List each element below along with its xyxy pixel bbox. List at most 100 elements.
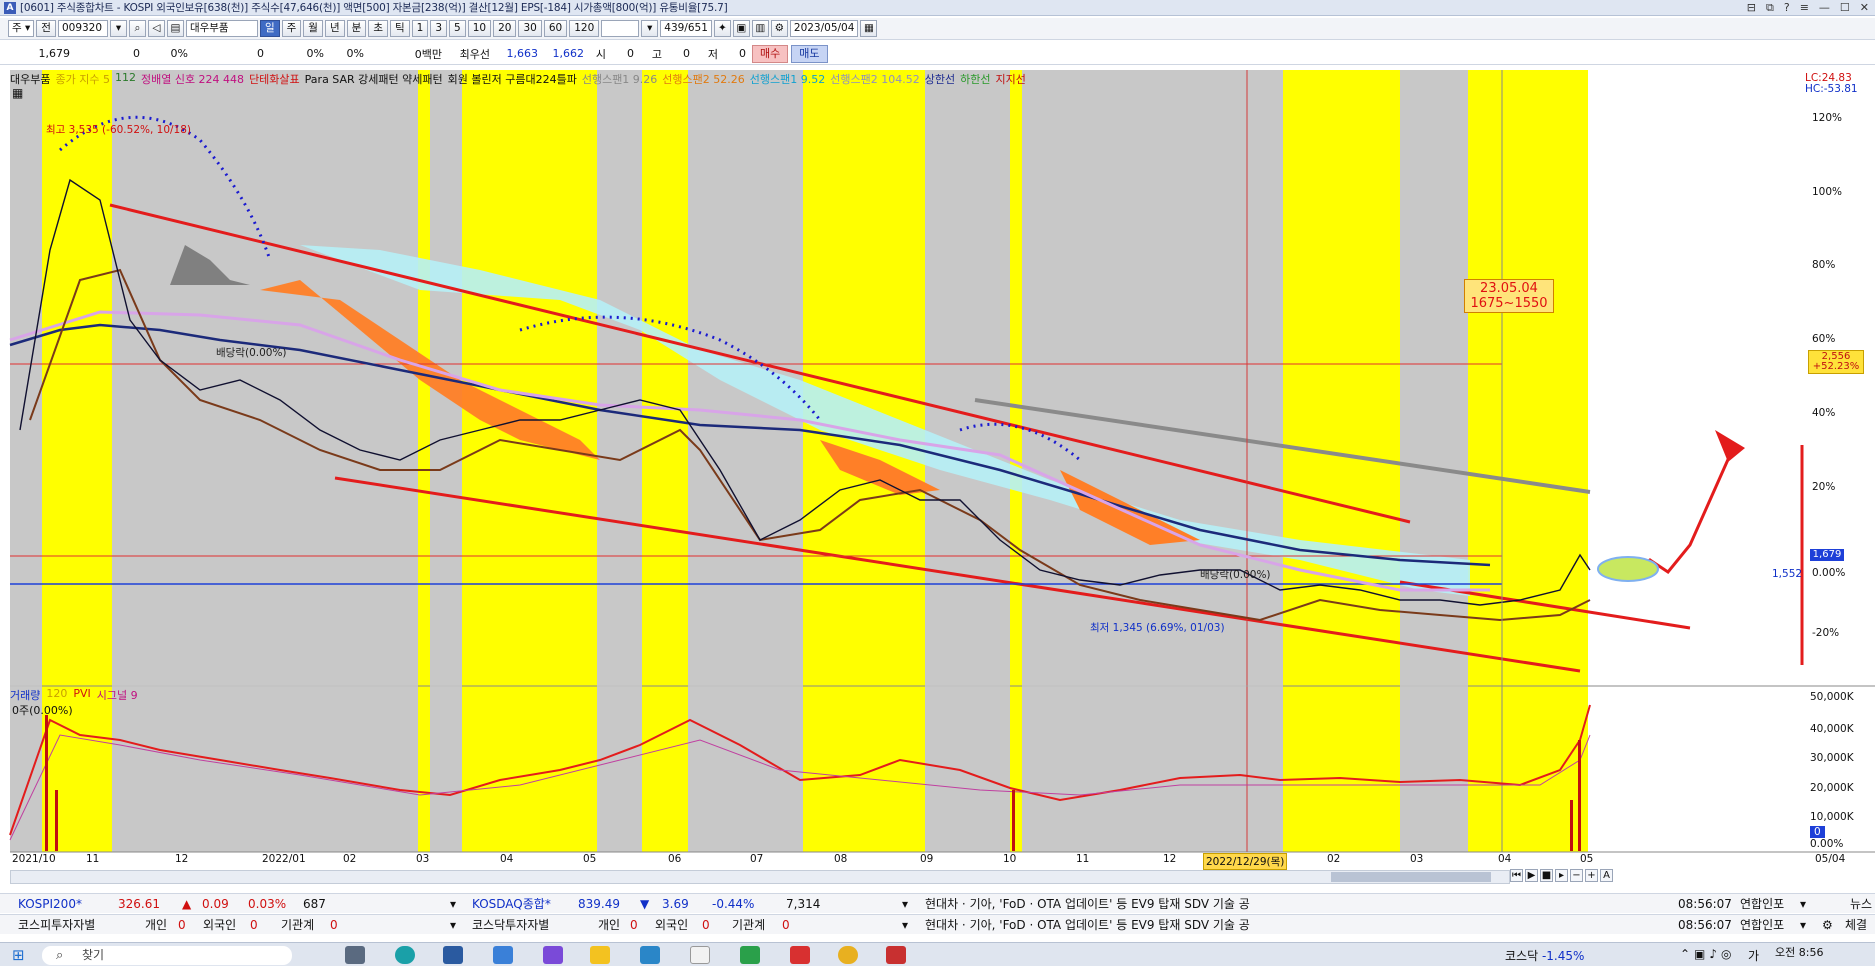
save-icon[interactable]: ▥	[751, 20, 769, 37]
interval-dropdown-icon[interactable]: ▾	[641, 20, 659, 37]
period-second[interactable]: 초	[368, 20, 388, 37]
kosdaq-name[interactable]: KOSDAQ종합*	[472, 895, 551, 912]
news-headline-2[interactable]: 현대차 · 기아, 'FoD · OTA 업데이트' 등 EV9 탑재 SDV …	[925, 916, 1250, 933]
chrome-icon[interactable]	[838, 946, 858, 964]
file-icon[interactable]	[690, 946, 710, 964]
mode-select[interactable]: 주 ▾	[8, 20, 35, 37]
legend-item[interactable]: 상한선	[925, 71, 955, 87]
nav-stop-icon[interactable]: ■	[1540, 869, 1553, 882]
chart-tools-icon[interactable]: ✦	[713, 20, 731, 37]
clock[interactable]: 오전 8:56	[1775, 944, 1823, 960]
settings-gear-icon[interactable]: ⚙	[770, 20, 788, 37]
auto-scale-icon[interactable]: A	[1600, 869, 1613, 882]
zoom-out-icon[interactable]: −	[1570, 869, 1583, 882]
legend-item[interactable]: 선행스팬2 52.26	[662, 71, 744, 87]
dropdown-icon[interactable]: ▾	[450, 918, 456, 932]
interval-1[interactable]: 1	[411, 20, 429, 37]
mail-icon[interactable]	[443, 946, 463, 964]
app-icon[interactable]	[740, 946, 760, 964]
interval-5[interactable]: 5	[449, 20, 466, 37]
dropdown-icon[interactable]: ▾	[109, 20, 127, 37]
stock-code-input[interactable]: 009320	[57, 20, 108, 37]
legend-item[interactable]: 대우부품	[10, 71, 50, 87]
kospi-investor-label[interactable]: 코스피투자자별	[18, 916, 95, 933]
legend-item[interactable]: Para SAR 강세패턴 약세패턴	[305, 71, 443, 87]
volume-legend-item[interactable]: 시그널 9	[97, 687, 138, 703]
legend-item[interactable]: 종가 지수 5	[55, 71, 109, 87]
legend-item[interactable]: 단테화살표	[249, 71, 300, 87]
edge-icon[interactable]	[395, 946, 415, 964]
prev-button[interactable]: 전	[36, 20, 56, 37]
close-icon[interactable]: ✕	[1860, 1, 1869, 15]
period-week[interactable]: 주	[281, 20, 302, 37]
stock-name-field[interactable]: 대우부품	[185, 20, 258, 37]
chart-menu-icon[interactable]: ▦	[12, 86, 23, 100]
store-icon[interactable]	[493, 946, 513, 964]
dropdown-icon[interactable]: ▾	[1800, 918, 1806, 932]
minimize-icon[interactable]: —	[1819, 1, 1830, 15]
indicator-icon[interactable]: ▣	[732, 20, 750, 37]
input-lang[interactable]: 가	[1748, 947, 1759, 964]
trading-app-icon[interactable]	[590, 946, 610, 964]
nav-play-icon[interactable]: ▶	[1525, 869, 1538, 882]
calendar-icon[interactable]: ▦	[860, 20, 878, 37]
legend-item[interactable]: 회원 볼린저 구름대224틀파	[448, 71, 577, 87]
legend-item[interactable]: 선행스팬2 104.52	[830, 71, 919, 87]
link-icon[interactable]: ⊟	[1747, 1, 1756, 15]
news-button[interactable]: 뉴스	[1850, 895, 1872, 912]
chart-scrollbar[interactable]	[10, 870, 1510, 884]
kospi200-name[interactable]: KOSPI200*	[18, 897, 82, 911]
interval-custom-input[interactable]	[601, 20, 640, 37]
volume-legend-item[interactable]: PVI	[73, 687, 90, 703]
legend-item[interactable]: 선행스팬1 9.26	[582, 71, 657, 87]
legend-item[interactable]: 하한선	[960, 71, 990, 87]
period-minute[interactable]: 분	[346, 20, 367, 37]
tray-icons[interactable]: ⌃▣♪◎	[1680, 947, 1736, 961]
scroll-thumb[interactable]	[1331, 872, 1491, 882]
stock-lookup-icon[interactable]: ▤	[166, 20, 184, 37]
dropdown-icon[interactable]: ▾	[902, 897, 908, 911]
market-indicator[interactable]: 코스닥 -1.45%	[1505, 947, 1584, 964]
dropdown-icon[interactable]: ▾	[450, 897, 456, 911]
legend-item[interactable]: 정배열 신호 224 448	[141, 71, 244, 87]
interval-120[interactable]: 120	[569, 20, 600, 37]
kosdaq-investor-label[interactable]: 코스닥투자자별	[472, 916, 549, 933]
legend-item[interactable]: 지지선	[995, 71, 1025, 87]
period-day[interactable]: 일	[259, 20, 280, 37]
trade-button[interactable]: 체결	[1845, 916, 1867, 933]
app-icon[interactable]	[640, 946, 660, 964]
legend-item[interactable]: 112	[115, 71, 136, 87]
windows-start-icon[interactable]: ⊞	[12, 946, 25, 964]
volume-legend-item[interactable]: 120	[46, 687, 67, 703]
restore-icon[interactable]: ⧉	[1766, 1, 1774, 15]
nav-first-icon[interactable]: ⏮	[1510, 869, 1523, 882]
speaker-icon[interactable]: ◁	[147, 20, 165, 37]
date-field[interactable]: 2023/05/04	[789, 20, 859, 37]
gear-icon[interactable]: ⚙	[1822, 918, 1833, 932]
interval-20[interactable]: 20	[493, 20, 517, 37]
buy-button[interactable]: 매수	[752, 44, 789, 63]
zoom-in-icon[interactable]: +	[1585, 869, 1598, 882]
nav-next-icon[interactable]: ▸	[1555, 869, 1568, 882]
app-icon[interactable]	[543, 946, 563, 964]
taskbar-search[interactable]: ⌕ 찾기	[42, 946, 292, 965]
settings-icon[interactable]: ≡	[1800, 1, 1809, 15]
period-year[interactable]: 년	[324, 20, 345, 37]
interval-10[interactable]: 10	[467, 20, 492, 37]
sell-button[interactable]: 매도	[791, 44, 828, 63]
interval-60[interactable]: 60	[543, 20, 568, 37]
help-icon[interactable]: ?	[1784, 1, 1790, 15]
news-headline[interactable]: 현대차 · 기아, 'FoD · OTA 업데이트' 등 EV9 탑재 SDV …	[925, 895, 1250, 912]
period-month[interactable]: 월	[303, 20, 323, 37]
interval-30[interactable]: 30	[518, 20, 542, 37]
maximize-icon[interactable]: ☐	[1840, 1, 1850, 15]
price-chart[interactable]	[0, 66, 1875, 886]
volume-legend-item[interactable]: 거래량	[10, 687, 40, 703]
app-icon[interactable]	[790, 946, 810, 964]
dropdown-icon[interactable]: ▾	[902, 918, 908, 932]
search-icon[interactable]: ⌕	[128, 20, 146, 37]
legend-item[interactable]: 선행스팬1 9.52	[750, 71, 825, 87]
data-count[interactable]: 439/651	[660, 20, 712, 37]
period-tick[interactable]: 틱	[389, 20, 410, 37]
interval-3[interactable]: 3	[430, 20, 448, 37]
